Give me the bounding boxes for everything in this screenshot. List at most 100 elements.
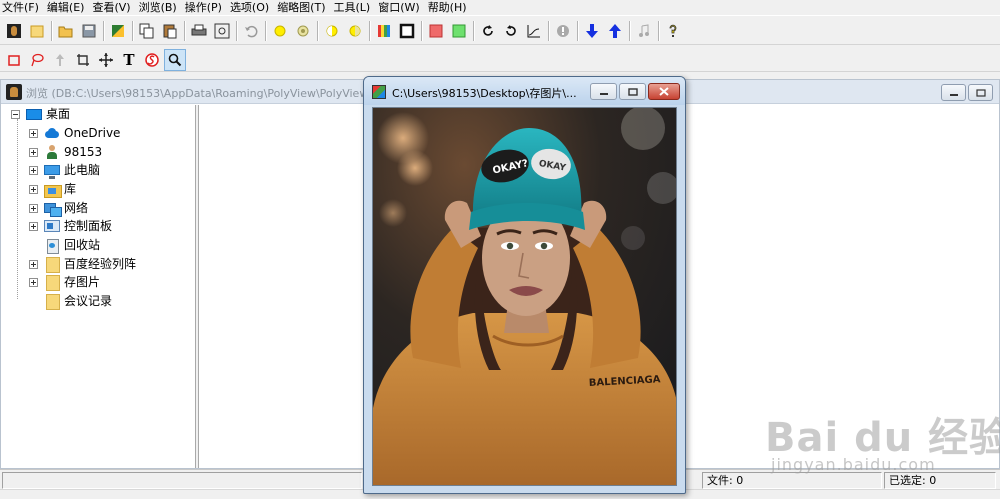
- info-icon[interactable]: [552, 20, 574, 42]
- tree-item-baidu-folder[interactable]: 百度经验列阵: [29, 255, 136, 273]
- open-icon[interactable]: [55, 20, 77, 42]
- text-tool-icon[interactable]: T: [118, 49, 140, 71]
- stamp-tool-icon[interactable]: [141, 49, 163, 71]
- menu-browse[interactable]: 浏览(B): [137, 1, 183, 14]
- expand-toggle[interactable]: [29, 184, 38, 194]
- green-square-icon[interactable]: [448, 20, 470, 42]
- minimize-button[interactable]: [590, 83, 617, 100]
- status-selected-count: 已选定: 0: [884, 472, 996, 489]
- toolbar-separator: [546, 20, 552, 42]
- tree-item-label: 会议记录: [64, 294, 113, 308]
- browse-window-caption-buttons: [939, 84, 993, 101]
- collapse-toggle[interactable]: [11, 109, 20, 119]
- help-icon[interactable]: [662, 20, 684, 42]
- menu-file[interactable]: 文件(F): [0, 1, 45, 14]
- toolbar-separator: [182, 20, 188, 42]
- expand-toggle[interactable]: [29, 221, 38, 231]
- menu-view[interactable]: 查看(V): [90, 1, 136, 14]
- menu-help[interactable]: 帮助(H): [426, 1, 473, 14]
- computer-icon: [44, 165, 60, 179]
- tree-item-user[interactable]: 98153: [29, 143, 102, 161]
- tree-item-onedrive[interactable]: OneDrive: [29, 124, 120, 142]
- color-palette-icon[interactable]: [373, 20, 395, 42]
- paste-icon[interactable]: [159, 20, 181, 42]
- curve-icon[interactable]: [523, 20, 545, 42]
- maximize-button[interactable]: [619, 83, 646, 100]
- tree-item-label: 此电脑: [64, 163, 101, 177]
- tree-item-library[interactable]: 库: [29, 180, 76, 198]
- menu-thumbnail[interactable]: 缩略图(T): [275, 1, 331, 14]
- print-icon[interactable]: [188, 20, 210, 42]
- red-square-icon[interactable]: [425, 20, 447, 42]
- tree-item-label: 库: [64, 182, 77, 196]
- tree-item-recycle-bin[interactable]: 回收站: [29, 236, 100, 254]
- cloud-icon: [44, 126, 60, 140]
- folder-icon: [44, 275, 60, 291]
- rotate-left-icon[interactable]: [500, 20, 522, 42]
- toolbar-separator: [234, 20, 240, 42]
- save-icon[interactable]: [78, 20, 100, 42]
- rectangle-tool-icon[interactable]: [3, 49, 25, 71]
- image-effect-icon[interactable]: [107, 20, 129, 42]
- menu-options[interactable]: 选项(O): [228, 1, 275, 14]
- expand-toggle[interactable]: [29, 277, 38, 287]
- image-document-icon: [372, 85, 386, 99]
- pointer-tool-icon[interactable]: [49, 49, 71, 71]
- arrow-down-icon[interactable]: [581, 20, 603, 42]
- tree-item-label: 存图片: [64, 275, 101, 289]
- toolbar-separator: [315, 20, 321, 42]
- image-viewer-title: C:\Users\98153\Desktop\存图片\...: [392, 87, 577, 100]
- tree-item-label: 百度经验列阵: [64, 257, 137, 271]
- tree-item-network[interactable]: 网络: [29, 199, 88, 217]
- portrait-photo[interactable]: OKAY? OKAY BALENCIAGA: [372, 107, 677, 486]
- toolbar-separator: [49, 20, 55, 42]
- menu-operation[interactable]: 操作(P): [183, 1, 228, 14]
- menu-tools[interactable]: 工具(L): [332, 1, 377, 14]
- frame-icon[interactable]: [396, 20, 418, 42]
- restore-button[interactable]: [968, 84, 993, 101]
- tree-item-label: 网络: [64, 201, 89, 215]
- tree-item-meeting-notes[interactable]: 会议记录: [29, 292, 112, 310]
- half-moon-icon[interactable]: [344, 20, 366, 42]
- menu-edit[interactable]: 编辑(E): [45, 1, 91, 14]
- status-file-count: 文件: 0: [702, 472, 882, 489]
- half-circle-icon[interactable]: [321, 20, 343, 42]
- expand-toggle[interactable]: [29, 128, 38, 138]
- arrow-up-icon[interactable]: [604, 20, 626, 42]
- tree-item-desktop[interactable]: 桌面: [11, 105, 70, 123]
- music-note-icon[interactable]: [633, 20, 655, 42]
- rotate-right-icon[interactable]: [477, 20, 499, 42]
- menu-window[interactable]: 窗口(W): [376, 1, 425, 14]
- app-logo-icon[interactable]: [3, 20, 25, 42]
- tree-item-label: OneDrive: [64, 126, 121, 140]
- sun-icon[interactable]: [269, 20, 291, 42]
- close-button[interactable]: [648, 83, 680, 100]
- lasso-tool-icon[interactable]: [26, 49, 48, 71]
- toolbar-separator: [471, 20, 477, 42]
- tree-item-this-pc[interactable]: 此电脑: [29, 161, 100, 179]
- expand-toggle[interactable]: [29, 203, 38, 213]
- expand-toggle[interactable]: [29, 259, 38, 269]
- toolbar-separator: [130, 20, 136, 42]
- tree-item-saved-pictures[interactable]: 存图片: [29, 273, 100, 291]
- expand-toggle[interactable]: [29, 147, 38, 157]
- new-folder-icon[interactable]: [26, 20, 48, 42]
- toolbar-separator: [656, 20, 662, 42]
- move-tool-icon[interactable]: [95, 49, 117, 71]
- folder-icon: [44, 257, 60, 273]
- desktop-icon: [26, 109, 42, 120]
- copy-icon[interactable]: [136, 20, 158, 42]
- image-viewer-titlebar[interactable]: C:\Users\98153\Desktop\存图片\...: [364, 77, 685, 105]
- expand-toggle[interactable]: [29, 165, 38, 175]
- contrast-icon[interactable]: [292, 20, 314, 42]
- tree-item-label: 98153: [64, 145, 103, 159]
- minimize-button[interactable]: [941, 84, 966, 101]
- library-icon: [44, 182, 62, 198]
- toolbar-separator: [419, 20, 425, 42]
- crop-tool-icon[interactable]: [72, 49, 94, 71]
- tree-item-control-panel[interactable]: 控制面板: [29, 217, 112, 235]
- undo-icon[interactable]: [240, 20, 262, 42]
- fit-screen-icon[interactable]: [211, 20, 233, 42]
- zoom-tool-icon[interactable]: [164, 49, 186, 71]
- tree-item-label: 桌面: [46, 107, 71, 121]
